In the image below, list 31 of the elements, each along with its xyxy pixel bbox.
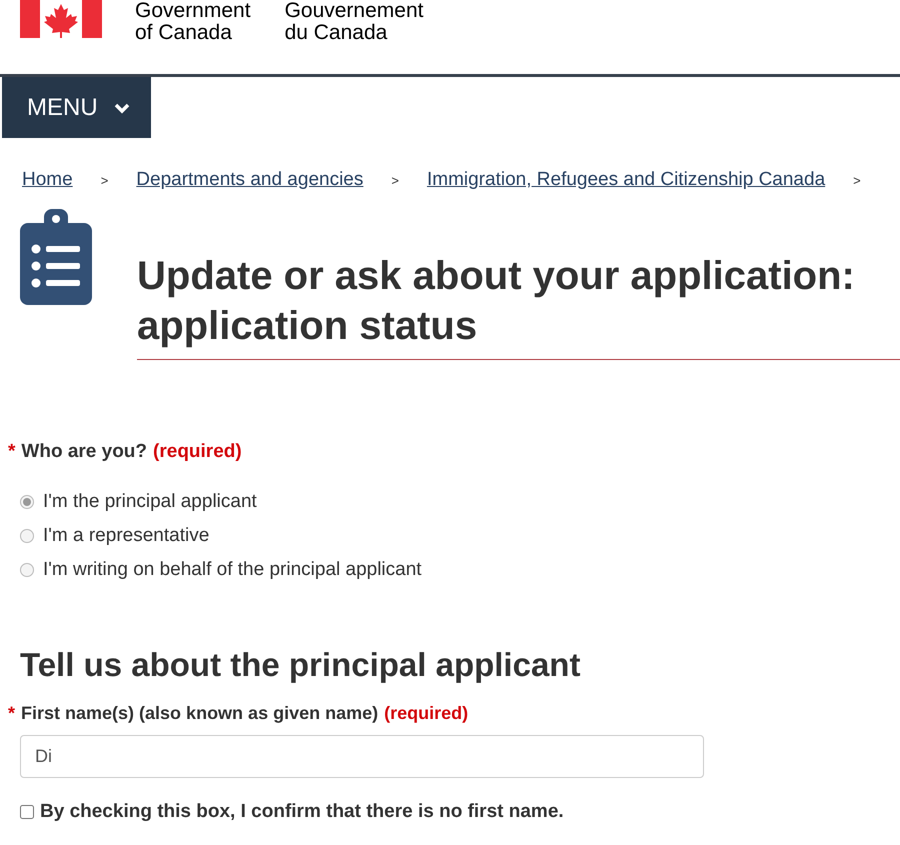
radio-button[interactable] bbox=[20, 495, 34, 509]
clipboard-list-icon bbox=[20, 208, 92, 304]
page-title: Update or ask about your application: application status bbox=[137, 252, 856, 350]
radio-button[interactable] bbox=[20, 529, 34, 543]
breadcrumb-link[interactable]: Home bbox=[22, 166, 73, 194]
flag-logo-icon bbox=[20, 0, 102, 38]
breadcrumb-separator: > bbox=[853, 172, 861, 190]
checkbox[interactable] bbox=[20, 804, 34, 819]
signature-text: Gouvernement bbox=[284, 0, 424, 22]
chevron-down-icon bbox=[114, 102, 130, 114]
first-name-input[interactable]: Di bbox=[20, 734, 704, 778]
breadcrumb-link[interactable]: Immigration, Refugees and Citizenship Canada bbox=[426, 166, 826, 194]
required-marker: * bbox=[8, 440, 16, 464]
radio-label: I'm the principal applicant bbox=[43, 490, 257, 514]
required-marker: * bbox=[8, 702, 16, 724]
required-text: (required) bbox=[153, 440, 242, 464]
breadcrumb-link[interactable]: Departments and agencies bbox=[136, 166, 364, 194]
breadcrumb-separator: > bbox=[100, 172, 108, 190]
signature-text: du Canada bbox=[284, 22, 388, 44]
question-label: Who are you? bbox=[21, 440, 148, 464]
signature-text: of Canada bbox=[135, 22, 233, 44]
radio-label: I'm a representative bbox=[43, 524, 210, 548]
signature-text: Government bbox=[135, 0, 251, 22]
section-title: Tell us about the principal applicant bbox=[20, 645, 582, 685]
menu-button[interactable]: MENU bbox=[2, 77, 151, 138]
radio-label: I'm writing on behalf of the principal applicant bbox=[43, 558, 422, 582]
radio-button[interactable] bbox=[20, 563, 34, 577]
checkbox-label: By checking this box, I confirm that there is no first name. bbox=[40, 800, 564, 824]
breadcrumb-separator: > bbox=[391, 172, 399, 190]
field-label: First name(s) (also known as given name) bbox=[21, 702, 378, 725]
required-text: (required) bbox=[384, 702, 468, 725]
